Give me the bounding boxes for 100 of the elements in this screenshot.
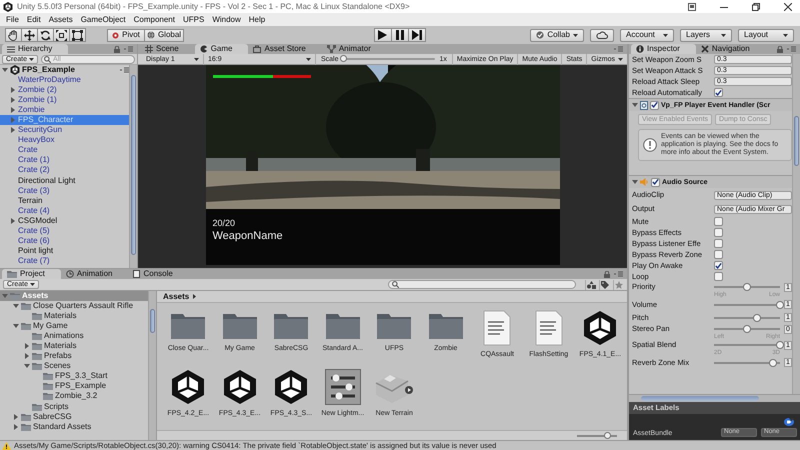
disclosure-arrow[interactable] (632, 102, 638, 108)
layout-dropdown[interactable]: Layout (738, 28, 794, 42)
menu-item[interactable]: UFPS (178, 16, 208, 24)
tab[interactable]: Animation (60, 269, 128, 279)
folder-item[interactable]: Materials (0, 341, 148, 352)
tab[interactable]: Navigation (696, 44, 766, 54)
menu-item[interactable]: File (2, 16, 23, 24)
menu-item[interactable]: Help (244, 16, 270, 24)
disclosure-arrow[interactable] (10, 127, 16, 134)
checkbox[interactable] (714, 228, 723, 237)
menu-item[interactable]: Component (130, 16, 179, 24)
folder-item[interactable]: FPS_Example (0, 381, 148, 392)
folder-item[interactable]: Scenes (0, 361, 148, 372)
tab[interactable]: Project (2, 269, 61, 279)
slider-thumb[interactable] (743, 325, 751, 333)
disclosure-arrow[interactable] (13, 424, 19, 430)
scrollbar[interactable] (129, 65, 137, 268)
checkbox[interactable] (650, 100, 659, 110)
disclosure-arrow[interactable] (13, 303, 19, 310)
menu-item[interactable]: GameObject (76, 16, 130, 24)
disclosure-arrow[interactable] (13, 414, 19, 420)
tab[interactable]: Inspector (631, 44, 696, 54)
maximize-icon[interactable] (752, 2, 760, 10)
disclosure-arrow[interactable] (24, 363, 30, 370)
lock-icon[interactable] (604, 270, 610, 278)
tag-button[interactable] (599, 280, 610, 290)
slider-thumb[interactable] (743, 283, 751, 291)
checkbox[interactable] (714, 239, 723, 248)
folder-item[interactable]: Close Quarters Assault Rifle (0, 301, 148, 312)
hierarchy-item[interactable]: Point light (0, 246, 129, 256)
hierarchy-item[interactable]: Zombie (0, 105, 129, 116)
play-button[interactable] (374, 28, 392, 42)
folder-item[interactable]: Materials (0, 311, 148, 322)
hierarchy-item[interactable]: CSGModel (0, 216, 129, 226)
account-dropdown[interactable]: Account (620, 28, 674, 42)
checkbox[interactable] (714, 88, 723, 97)
disclosure-arrow[interactable] (632, 179, 638, 185)
hierarchy-item[interactable]: Crate (6) (0, 236, 129, 246)
folder-item[interactable]: FPS_3.3_Start (0, 371, 148, 382)
checkbox[interactable] (714, 261, 723, 270)
close-icon[interactable] (784, 2, 792, 10)
window-icon[interactable] (688, 2, 696, 10)
hierarchy-item[interactable]: Terrain (0, 196, 129, 206)
hierarchy-item[interactable]: Crate (4) (0, 206, 129, 216)
slider-thumb[interactable] (776, 300, 784, 308)
scrollbar[interactable] (792, 54, 800, 394)
folder-item[interactable]: Animations (0, 331, 148, 342)
collab-button[interactable]: Collab (530, 28, 584, 42)
pause-button[interactable] (390, 28, 408, 42)
scrollbar[interactable] (148, 291, 156, 440)
step-button[interactable] (408, 28, 426, 42)
menu-icon[interactable] (614, 46, 623, 52)
slider-thumb[interactable] (776, 341, 784, 349)
disclosure-arrow[interactable] (13, 323, 19, 330)
tab[interactable]: Game (194, 44, 248, 54)
folder-item[interactable]: Zombie_3.2 (0, 391, 148, 402)
checkbox[interactable] (714, 250, 723, 259)
tab[interactable]: Hierarchy (2, 44, 68, 54)
slider-thumb[interactable] (340, 55, 347, 62)
tab[interactable]: Asset Store (248, 44, 322, 54)
breadcrumb[interactable]: Assets (163, 292, 190, 300)
checkbox[interactable] (714, 272, 723, 281)
hierarchy-item[interactable]: Crate (2) (0, 165, 129, 176)
layers-dropdown[interactable]: Layers (680, 28, 732, 42)
hierarchy-item[interactable]: Zombie (1) (0, 95, 129, 106)
disclosure-arrow[interactable] (2, 67, 8, 74)
hierarchy-item[interactable]: Crate (1) (0, 155, 129, 166)
folder-item[interactable]: SabreCSG (0, 412, 148, 422)
rotate-tool-button[interactable] (37, 28, 54, 42)
search-field[interactable] (388, 280, 576, 289)
menu-item[interactable]: Assets (44, 16, 77, 24)
hierarchy-item[interactable]: Directional Light (0, 176, 129, 186)
rect-tool-button[interactable] (69, 28, 86, 42)
disclosure-arrow[interactable] (10, 218, 16, 224)
lock-icon[interactable] (777, 46, 783, 52)
scene-root-row[interactable]: FPS_Example (0, 65, 129, 76)
slider-thumb[interactable] (769, 358, 778, 366)
hierarchy-item[interactable]: Zombie (2) (0, 85, 129, 96)
disclosure-arrow[interactable] (10, 97, 16, 104)
disclosure-arrow[interactable] (24, 353, 30, 360)
hierarchy-item[interactable]: Crate (0, 145, 129, 156)
disclosure-arrow[interactable] (10, 107, 16, 114)
hierarchy-item[interactable]: Crate (5) (0, 226, 129, 236)
slider-thumb[interactable] (604, 432, 611, 438)
tab[interactable]: Scene (140, 44, 195, 54)
pivot-button[interactable]: Pivot (107, 28, 145, 42)
folder-item[interactable]: Standard Assets (0, 422, 148, 432)
move-tool-button[interactable] (21, 28, 38, 42)
hierarchy-item[interactable]: Crate (7) (0, 256, 129, 266)
checkbox[interactable] (651, 178, 660, 186)
tab[interactable]: Animator (322, 44, 387, 54)
menu-icon[interactable] (614, 271, 623, 277)
tab[interactable]: Console (128, 269, 189, 279)
scale-tool-button[interactable] (53, 28, 70, 42)
menu-icon[interactable] (120, 67, 129, 74)
menu-icon[interactable] (787, 46, 796, 52)
cloud-button[interactable] (590, 28, 614, 42)
disclosure-arrow[interactable] (2, 293, 8, 300)
disclosure-arrow[interactable] (10, 87, 16, 94)
hierarchy-item[interactable]: SecurityGun (0, 125, 129, 136)
